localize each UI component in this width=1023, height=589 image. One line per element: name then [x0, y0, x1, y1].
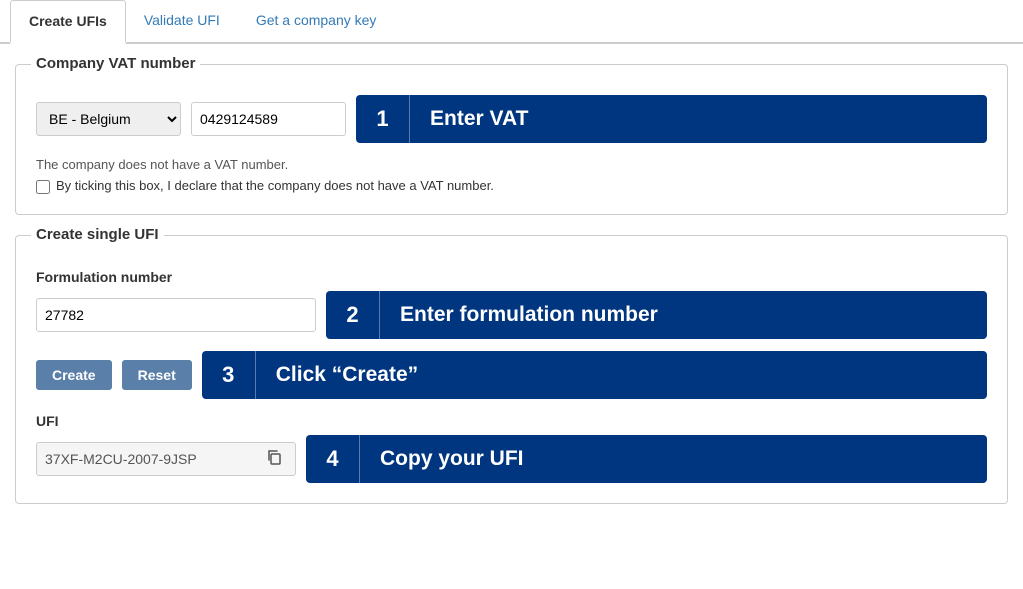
- step1-button-wrap: 1 Enter VAT: [356, 95, 987, 143]
- ufi-output-label: UFI: [36, 413, 987, 429]
- main-content: Company VAT number BE - Belgium DE - Ger…: [0, 44, 1023, 544]
- copy-ufi-button[interactable]: 4 Copy your UFI: [306, 435, 987, 483]
- no-vat-checkbox-row: By ticking this box, I declare that the …: [36, 178, 987, 194]
- step3-label: Click “Create”: [256, 363, 987, 387]
- tab-get-company-key[interactable]: Get a company key: [238, 0, 395, 44]
- tab-bar: Create UFIs Validate UFI Get a company k…: [0, 0, 1023, 44]
- step4-label: Copy your UFI: [360, 447, 987, 471]
- no-vat-text: The company does not have a VAT number.: [36, 157, 987, 172]
- enter-vat-button[interactable]: 1 Enter VAT: [356, 95, 987, 143]
- country-select[interactable]: BE - Belgium DE - Germany FR - France NL…: [36, 102, 181, 136]
- click-create-button[interactable]: 3 Click “Create”: [202, 351, 987, 399]
- tab-create-ufis[interactable]: Create UFIs: [10, 0, 126, 44]
- step4-button-wrap: 4 Copy your UFI: [306, 435, 987, 483]
- vat-number-input[interactable]: [191, 102, 346, 136]
- step2-number: 2: [326, 291, 380, 339]
- step2-label: Enter formulation number: [380, 303, 987, 327]
- step3-button-wrap: 3 Click “Create”: [202, 351, 987, 399]
- vat-section-panel: Company VAT number BE - Belgium DE - Ger…: [15, 64, 1008, 215]
- ufi-value: 37XF-M2CU-2007-9JSP: [45, 451, 197, 467]
- step1-label: Enter VAT: [410, 107, 987, 131]
- ufi-output-row: 37XF-M2CU-2007-9JSP 4 Copy your UFI: [36, 435, 987, 483]
- enter-formulation-button[interactable]: 2 Enter formulation number: [326, 291, 987, 339]
- step2-button-wrap: 2 Enter formulation number: [326, 291, 987, 339]
- no-vat-checkbox-label: By ticking this box, I declare that the …: [56, 178, 494, 193]
- step1-number: 1: [356, 95, 410, 143]
- step4-number: 4: [306, 435, 360, 483]
- formulation-row: 2 Enter formulation number: [36, 291, 987, 339]
- create-reset-row: Create Reset 3 Click “Create”: [36, 351, 987, 399]
- no-vat-checkbox[interactable]: [36, 180, 50, 194]
- ufi-section-panel: Create single UFI Formulation number 2 E…: [15, 235, 1008, 504]
- vat-input-row: BE - Belgium DE - Germany FR - France NL…: [36, 95, 987, 143]
- ufi-output-field: 37XF-M2CU-2007-9JSP: [36, 442, 296, 476]
- copy-icon: [266, 449, 282, 465]
- reset-button[interactable]: Reset: [122, 360, 192, 390]
- formulation-label: Formulation number: [36, 269, 987, 285]
- formulation-number-input[interactable]: [36, 298, 316, 332]
- vat-section-title: Company VAT number: [31, 55, 200, 72]
- ufi-copy-button[interactable]: [261, 447, 287, 472]
- tab-validate-ufi[interactable]: Validate UFI: [126, 0, 238, 44]
- create-button[interactable]: Create: [36, 360, 112, 390]
- ufi-section-title: Create single UFI: [31, 226, 164, 243]
- step3-number: 3: [202, 351, 256, 399]
